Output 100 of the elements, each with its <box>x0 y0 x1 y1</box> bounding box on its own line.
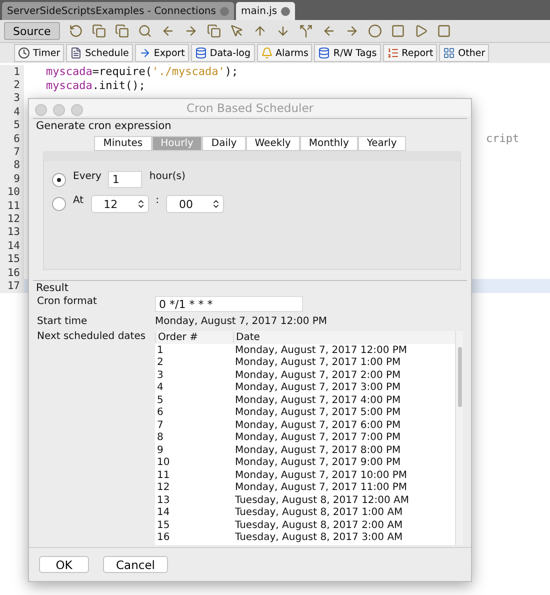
bell-icon <box>260 47 273 59</box>
tab[interactable]: Minutes <box>94 136 152 152</box>
line-number: 12 <box>0 212 24 226</box>
line-number: 14 <box>0 239 24 252</box>
line-number: 16 <box>0 266 24 280</box>
table-cell-text: 3 <box>156 370 164 381</box>
page-icon[interactable] <box>92 24 106 38</box>
table-cell-text: 1 <box>156 344 164 356</box>
input-field[interactable]: 0 */1 * * * <box>155 296 303 312</box>
separator-label: : <box>156 195 159 206</box>
line-number: 1 <box>0 65 24 78</box>
toolbar-button[interactable]: Alarms <box>256 44 312 62</box>
table-cell-text: 5 <box>156 394 164 406</box>
toolbar-button[interactable]: R/W Tags <box>314 44 381 62</box>
table-cell-text: Monday, August 7, 2017 11:00 PM <box>234 482 408 494</box>
radio-button[interactable] <box>52 197 66 212</box>
spinner-field[interactable]: 00 <box>166 195 224 214</box>
table-cell-text: 10 <box>156 457 171 468</box>
line-number: 6 <box>0 132 24 146</box>
radio-label: At <box>73 195 84 206</box>
line-number: 15 <box>0 252 24 266</box>
arrow-right-icon <box>138 47 151 59</box>
radio-label: Every <box>73 171 102 182</box>
window-icon[interactable] <box>206 24 221 38</box>
spinner-field[interactable]: 12 <box>90 195 149 214</box>
clock-icon <box>18 47 30 59</box>
toolbar-button[interactable]: Data-log <box>190 44 255 62</box>
database-icon <box>318 47 330 59</box>
table-cell-text: Tuesday, August 8, 2017 12:00 AM <box>234 494 410 506</box>
square-icon[interactable] <box>436 24 451 38</box>
dialog-button[interactable]: Cancel <box>103 556 168 574</box>
table-cell-text: Monday, August 7, 2017 4:00 PM <box>234 394 402 406</box>
cursor-icon[interactable] <box>230 24 244 38</box>
radio-button[interactable] <box>52 172 66 187</box>
database-icon <box>194 47 207 59</box>
column-header[interactable]: Order # <box>155 332 233 344</box>
table-cell-text: Tuesday, August 8, 2017 3:00 AM <box>234 532 404 544</box>
tab[interactable]: Daily <box>202 136 246 152</box>
table-cell-text: 2 <box>156 357 164 368</box>
table-cell-text: Monday, August 7, 2017 8:00 PM <box>234 444 402 456</box>
stop-icon[interactable] <box>390 24 405 38</box>
history-icon[interactable] <box>68 24 83 38</box>
start-time-value: Monday, August 7, 2017 12:00 PM <box>155 316 328 328</box>
scrollbar[interactable] <box>455 331 463 546</box>
document-icon <box>70 47 82 59</box>
table-cell-text: Monday, August 7, 2017 3:00 PM <box>234 382 402 394</box>
source-button[interactable]: Source <box>4 22 60 40</box>
toolbar-button[interactable]: Other <box>439 44 490 62</box>
table-cell-text: Monday, August 7, 2017 9:00 PM <box>234 457 402 468</box>
line-number: 4 <box>0 105 24 119</box>
code-line: myscada=require('./myscada'); <box>45 65 238 78</box>
code-line: myscada.init(); <box>45 78 146 92</box>
code-fragment: cript <box>486 132 520 146</box>
table-cell-text: Monday, August 7, 2017 12:00 PM <box>234 344 408 356</box>
tab[interactable]: Weekly <box>246 136 300 152</box>
toolbar-button[interactable]: Export <box>134 44 189 62</box>
table-cell-text: 14 <box>156 507 171 518</box>
tab[interactable]: Yearly <box>358 136 406 152</box>
stepper-icon[interactable] <box>210 199 221 210</box>
line-number: 2 <box>0 78 24 92</box>
line-number: 11 <box>0 198 24 212</box>
field-label: Next scheduled dates <box>37 331 147 342</box>
table-cell-text: 9 <box>156 444 164 456</box>
line-number: 10 <box>0 186 24 199</box>
table-cell-text: Monday, August 7, 2017 6:00 PM <box>234 420 402 431</box>
arrow-down-icon[interactable] <box>276 24 290 38</box>
table-cell-text: Monday, August 7, 2017 7:00 PM <box>234 432 402 444</box>
table-cell-text: 16 <box>156 532 171 544</box>
line-number: 3 <box>0 92 24 106</box>
toolbar-button[interactable]: Report <box>382 44 438 62</box>
editor-tab[interactable]: main.js <box>236 2 296 20</box>
group-legend: Result <box>33 281 72 294</box>
list-icon <box>386 47 399 59</box>
toolbar-button[interactable]: Schedule <box>66 44 133 62</box>
search-icon[interactable] <box>138 24 152 38</box>
table-cell-text: Monday, August 7, 2017 1:00 PM <box>234 357 402 368</box>
table-cell-text: 13 <box>156 494 171 506</box>
tab[interactable]: Monthly <box>300 136 358 152</box>
line-number: 9 <box>0 172 24 186</box>
dialog-button[interactable]: OK <box>39 556 89 574</box>
group-legend: Generate cron expression <box>33 119 174 132</box>
table-cell-text: Tuesday, August 8, 2017 2:00 AM <box>234 520 404 531</box>
page-icon[interactable] <box>114 24 129 38</box>
toolbar-button[interactable]: Timer <box>14 44 64 62</box>
stepper-icon[interactable] <box>136 199 146 210</box>
line-number: 13 <box>0 226 24 240</box>
line-number: 5 <box>0 118 24 132</box>
input-field[interactable]: 1 <box>108 171 142 188</box>
table-cell-text: 12 <box>156 482 171 494</box>
editor-tab[interactable]: ServerSideScriptsExamples - Connections <box>2 2 234 20</box>
table-cell-text: Monday, August 7, 2017 5:00 PM <box>234 407 402 418</box>
table-cell-text: 7 <box>156 420 164 431</box>
play-icon[interactable] <box>414 24 428 38</box>
record-icon[interactable] <box>368 24 382 38</box>
arrow-up-icon[interactable] <box>252 24 267 38</box>
table-cell-text: 6 <box>156 407 164 418</box>
table-cell-text: 8 <box>156 432 164 444</box>
unit-label: hour(s) <box>149 171 186 182</box>
table-cell-text: 15 <box>156 520 171 531</box>
grid-icon <box>443 47 456 59</box>
